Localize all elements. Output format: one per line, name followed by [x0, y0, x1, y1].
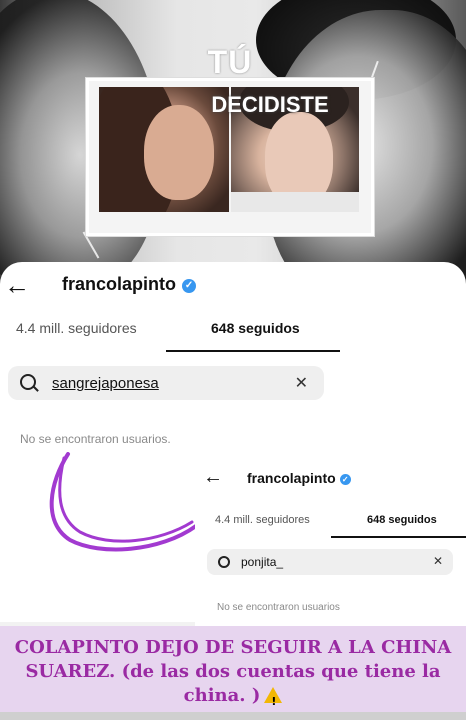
- tab-followers[interactable]: 4.4 mill. seguidores: [215, 514, 310, 526]
- swoosh-arrow-decoration: [49, 452, 198, 552]
- overlay-title-tu: TÚ: [207, 44, 253, 80]
- arrow-left-icon[interactable]: ←: [4, 272, 30, 298]
- profile-header: ← francolapinto ✓: [0, 270, 466, 302]
- search-icon: [20, 374, 36, 390]
- search-icon: [218, 556, 230, 568]
- search-value[interactable]: ponjita_: [241, 555, 283, 569]
- active-tab-indicator: [331, 536, 466, 538]
- empty-results-message: No se encontraron usuarios.: [20, 432, 171, 446]
- tab-followers[interactable]: 4.4 mill. seguidores: [16, 320, 137, 336]
- warning-icon: !: [264, 687, 283, 708]
- verified-badge-icon: ✓: [182, 279, 197, 293]
- story-reply-bar[interactable]: [0, 712, 466, 720]
- close-icon[interactable]: ✕: [295, 373, 308, 393]
- close-icon[interactable]: ✕: [433, 554, 443, 568]
- search-value[interactable]: sangrejaponesa: [52, 375, 159, 392]
- caption-text: COLAPINTO DEJO DE SEGUIR A LA CHINA SUAR…: [14, 637, 452, 708]
- tab-following[interactable]: 648 seguidos: [367, 514, 437, 526]
- verified-badge-icon: ✓: [339, 474, 351, 485]
- search-input[interactable]: ponjita_ ✕: [207, 549, 453, 575]
- arrow-left-icon[interactable]: ←: [203, 466, 223, 489]
- empty-results-message: No se encontraron usuarios: [217, 602, 340, 613]
- tab-following[interactable]: 648 seguidos: [211, 320, 300, 336]
- follow-tabs: 4.4 mill. seguidores 648 seguidos: [0, 320, 466, 354]
- inset-following-screenshot: ← francolapinto ✓ 4.4 mill. seguidores 64…: [195, 460, 466, 630]
- search-input[interactable]: sangrejaponesa ✕: [8, 366, 324, 400]
- story-background-photo: TÚ DECIDISTE: [0, 0, 466, 290]
- story-caption: COLAPINTO DEJO DE SEGUIR A LA CHINA SUAR…: [0, 626, 466, 720]
- active-tab-indicator: [166, 350, 340, 352]
- username: francolapinto ✓: [247, 470, 351, 486]
- username: francolapinto ✓: [62, 274, 197, 295]
- overlay-title-decidiste: DECIDISTE: [211, 92, 329, 117]
